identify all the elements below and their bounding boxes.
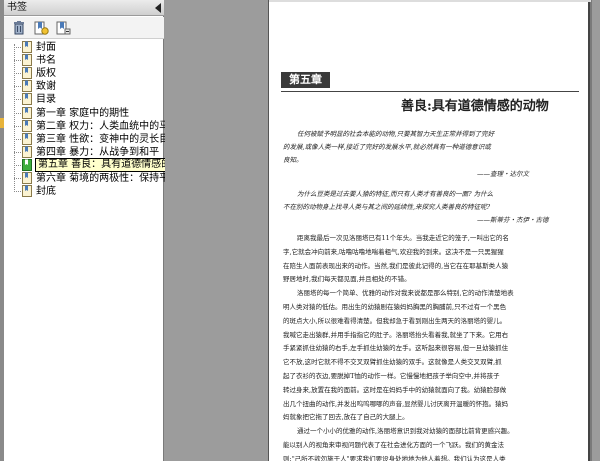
bookmark-icon [22, 172, 33, 184]
bookmark-label: 书名 [36, 55, 56, 67]
bookmark-item[interactable]: 第四章 暴力：从战争到和平 [4, 145, 164, 159]
epigraph-line: 良知。 [283, 156, 303, 164]
new-bookmark-icon[interactable] [32, 20, 50, 36]
bookmark-icon [22, 93, 33, 106]
body-text-line: 野居地时,我们每天都见面,并且相处的不错。 [283, 275, 411, 284]
epigraph-line: 的发展,或像人类一样,接近了完好的发展水平,就必然具有一种道德意识或 [283, 143, 491, 151]
tree-connector [14, 60, 21, 62]
bookmark-item[interactable]: 第三章 性欲：变神中的灵长目 [4, 132, 169, 146]
tree-connector [14, 112, 21, 114]
panel-title: 书签 [7, 2, 27, 13]
tree-connector [14, 178, 21, 179]
bookmark-label: 第六章 菊境的两极性：保持平衡 [36, 173, 180, 184]
epigraph-attribution: ——查理・达尔文 [477, 170, 529, 178]
bookmark-item[interactable]: 第一章 家庭中的期性 [4, 106, 164, 120]
body-text-line: 它不放,这时它就不得不交叉双臂抓住幼猿的双手。这就像是人类交叉双臂,抓 [283, 358, 502, 367]
tree-connector [14, 99, 21, 101]
bookmark-item[interactable]: 目录 [4, 93, 164, 106]
body-text-line: 在陪生人面前表现出来的动作。当然,我们是彼此记得的,当它在在耶基斯类人猿 [283, 261, 509, 270]
body-text-line: 通过一个小小的优雅的动作,洛丽塔意识到我对幼猿的面部比前背更感兴趣。 [297, 427, 514, 436]
bookmark-icon [22, 67, 33, 80]
body-text-line: 洛丽塔的每一个简单、优雅的动作对我来说都是那么特别,它的动作清楚地表 [297, 289, 514, 298]
document-page[interactable]: 第五章 善良:具有道德情感的动物 任何被赋予明显的社会本能的动物,只要其智力天生… [268, 0, 591, 461]
bookmark-tree: 封面书名 版权 致谢 目录 第一章 家庭中的期性 第二章 权力：人类血统中的马基利 第三章 … [4, 40, 195, 461]
bookmark-icon [22, 80, 33, 93]
tree-connector [14, 47, 21, 48]
tree-connector [14, 164, 21, 166]
bookmark-label: 封面 [36, 42, 56, 53]
body-text-line: 字,它就会冲向前来,咕噜咕噜地喘着粗气,欢迎我的到来。这决不是一只黑猩猩 [283, 247, 504, 256]
bookmark-icon [22, 119, 33, 132]
body-text-line: 距离我最后一次见洛丽塔已有11个年头。当我走近它的笼子,一叫出它的名 [297, 234, 509, 242]
body-text-line: 的斑点大小,所以很难看得清楚。但我却急于看到刚出生两天的洛丽塔的婴儿。 [283, 316, 507, 325]
bookmark-item[interactable]: 第六章 菊境的两极性：保持平衡 [4, 172, 179, 185]
bookmark-icon [22, 158, 33, 171]
body-text-line: 出几个扭曲的动作,并发出呜呜哪哪的声音,显然婴儿讨厌离开温暖的怀抱。猿妈 [283, 399, 509, 408]
tree-connector [14, 151, 21, 153]
page-edge [269, 0, 591, 2]
bookmark-item[interactable]: 封底 [4, 185, 164, 198]
bookmark-label: 致谢 [36, 81, 56, 93]
body-text-line: 转过身来,放置在我的面前。这时是在妈妈手中的幼猿就面向了我。幼猿脸部做 [283, 385, 507, 394]
bookmarks-panel-header: 书签 [4, 0, 164, 16]
pdf-reader-window: 书签 封面 书名 版权 致谢 目录 第一章 家庭中的期性 第二章 权力：人类血统中的马基利第… [0, 0, 600, 461]
document-view[interactable]: 第五章 善良:具有道德情感的动物 任何被赋予明显的社会本能的动物,只要其智力天生… [165, 0, 600, 461]
delete-bookmark-icon[interactable] [10, 20, 28, 36]
body-text-line: 能以别人的视角来审视问题代表了在社会进化方面的一个飞跃。我们的黄金法 [283, 441, 504, 449]
chapter-rule [281, 91, 579, 92]
bookmark-icon [22, 41, 33, 53]
bookmark-label: 第三章 性欲：变神中的灵长目 [36, 133, 170, 145]
bookmarks-toolbar [4, 17, 164, 39]
bookmark-icon [22, 54, 33, 67]
epigraph-line: 为什么豆类是过去要人猿的特征,而只有人类才有善良的一面? 为什么 [297, 190, 494, 198]
epigraph-line: 任何被赋予明显的社会本能的动物,只要其智力天生正常并得到了完好 [297, 130, 495, 138]
bookmark-item[interactable]: 书名 [4, 54, 164, 67]
bookmarks-panel: 书签 封面 书名 版权 致谢 目录 第一章 家庭中的期性 第二章 权力：人类血统中的马基利第… [4, 0, 195, 461]
chapter-title: 善良:具有道德情感的动物 [401, 99, 549, 114]
body-text-line: 起了衣衫的衣边,要脱掉T恤的动作一样。它慢慢地把孩子举向空中,并将孩子 [283, 372, 500, 380]
tree-connector [14, 86, 21, 88]
bookmark-item[interactable]: 封面 [4, 41, 164, 54]
bookmark-icon [22, 106, 33, 119]
body-text-line: 则:"己所不欲勿施于人"要求我们要设身处地地为他人着想。我们认为这是人类 [283, 454, 506, 461]
bookmark-icon [22, 185, 33, 198]
bookmark-icon [22, 145, 33, 158]
bookmark-label: 第四章 暴力：从战争到和平 [36, 146, 160, 158]
bookmark-item[interactable]: 第二章 权力：人类血统中的马基利 [4, 119, 189, 133]
bookmark-item[interactable]: 版权 [4, 67, 164, 80]
tree-connector [14, 73, 21, 75]
bookmark-icon [22, 132, 33, 145]
collapse-panel-icon[interactable] [155, 3, 161, 13]
bookmark-label: 第一章 家庭中的期性 [36, 107, 130, 119]
tree-connector [14, 125, 21, 127]
bookmark-label: 版权 [36, 68, 56, 80]
body-text-line: 明人类对猿的低估。用出生的幼猿剧在猿妈妈胸黑的胸脯前,只不过有一个黑色 [283, 303, 507, 311]
bookmark-options-icon[interactable] [54, 20, 72, 36]
body-text-line: 手紧紧抓住幼猿的右手,左手抓住幼猿的左手。这听起来很容易,但一旦幼猿抓住 [283, 344, 509, 353]
epigraph-attribution: ——斯蒂芬・杰伊・古德 [477, 216, 549, 224]
bookmark-label: 目录 [36, 94, 56, 106]
body-text-line: 我喊它走出猿群,并用手指指它的肚子。洛丽塔抬头看着我,就坐了下来。它用右 [283, 330, 509, 339]
epigraph-line: 不在别的动物身上找寻人类与其之间的延续性,来探究人类善良的特征呢? [283, 203, 491, 211]
tree-connector [14, 138, 21, 140]
body-text-line: 妈就象把它拖了回去,放在了自己的大腿上。 [283, 413, 409, 422]
bookmark-label: 封底 [36, 186, 56, 198]
tree-connector [14, 191, 21, 193]
bookmark-item[interactable]: 致谢 [4, 80, 164, 93]
bookmark-item[interactable]: 第五章 善良：具有道德情感的动物 [4, 157, 195, 172]
chapter-label: 第五章 [281, 72, 330, 88]
